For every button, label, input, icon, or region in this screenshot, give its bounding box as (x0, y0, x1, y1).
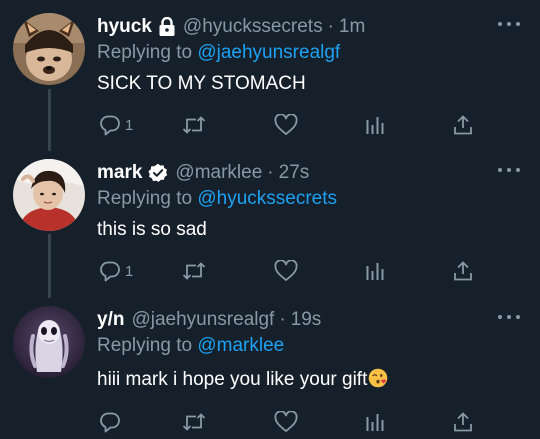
avatar[interactable] (13, 159, 85, 231)
analytics-button[interactable] (365, 112, 385, 138)
analytics-icon (366, 263, 384, 280)
retweet-button[interactable] (182, 258, 206, 284)
analytics-button[interactable] (365, 409, 385, 435)
reply-icon (100, 412, 120, 433)
reply-count: 1 (125, 116, 134, 134)
tweet[interactable]: y/n @jaehyunsrealgf · 19s Replying to @m… (0, 293, 540, 439)
separator-dot: · (279, 309, 286, 330)
reply-button[interactable]: 1 (99, 258, 133, 284)
timestamp[interactable]: 1m (339, 14, 365, 40)
retweet-button[interactable] (182, 112, 206, 138)
share-icon (454, 115, 472, 135)
more-options-icon[interactable] (498, 313, 520, 321)
share-icon (454, 261, 472, 281)
replying-to: Replying to @marklee (97, 333, 284, 359)
like-button[interactable] (274, 409, 298, 435)
mention-link[interactable]: @jaehyunsrealgf (197, 42, 340, 63)
reply-button[interactable]: 1 (99, 112, 133, 138)
heart-icon (274, 260, 298, 281)
display-name[interactable]: hyuck (97, 14, 152, 40)
reply-icon (100, 261, 120, 282)
retweet-icon (182, 262, 206, 280)
share-button[interactable] (452, 258, 474, 284)
retweet-button[interactable] (182, 409, 206, 435)
kiss-emoji-icon (368, 368, 388, 396)
verified-icon (148, 163, 168, 183)
user-handle[interactable]: @hyuckssecrets (183, 14, 323, 40)
action-bar (0, 409, 540, 435)
analytics-icon (366, 117, 384, 134)
tweet-header: hyuck @hyuckssecrets · 1m (97, 14, 365, 40)
tweet-text-content: hiii mark i hope you like your gift (97, 369, 368, 390)
display-name[interactable]: y/n (97, 307, 124, 333)
lock-icon (158, 17, 176, 37)
tweet-text: this is so sad (97, 219, 207, 240)
avatar[interactable] (13, 13, 85, 85)
tweet[interactable]: mark @marklee · 27s Replying to @hyuckss… (0, 146, 540, 292)
more-options-icon[interactable] (498, 166, 520, 174)
analytics-icon (366, 414, 384, 431)
timestamp[interactable]: 19s (291, 307, 322, 333)
display-name[interactable]: mark (97, 160, 142, 186)
mention-link[interactable]: @hyuckssecrets (197, 188, 337, 209)
share-button[interactable] (452, 409, 474, 435)
tweet-header: y/n @jaehyunsrealgf · 19s (97, 307, 321, 333)
reply-count: 1 (125, 262, 134, 280)
share-icon (454, 412, 472, 432)
avatar[interactable] (13, 306, 85, 378)
like-button[interactable] (274, 258, 298, 284)
heart-icon (274, 411, 298, 432)
timestamp[interactable]: 27s (279, 160, 310, 186)
action-bar: 1 (0, 258, 540, 284)
mention-link[interactable]: @marklee (197, 335, 284, 356)
tweet-header: mark @marklee · 27s (97, 160, 309, 186)
replying-to: Replying to @jaehyunsrealgf (97, 40, 340, 66)
separator-dot: · (267, 162, 274, 183)
user-handle[interactable]: @marklee (175, 160, 262, 186)
replying-to-label: Replying to (97, 42, 193, 63)
tweet-text: hiii mark i hope you like your gift (97, 367, 388, 396)
tweet-text: SICK TO MY STOMACH (97, 73, 306, 94)
action-bar: 1 (0, 112, 540, 138)
tweet[interactable]: hyuck @hyuckssecrets · 1m Replying to @j… (0, 0, 540, 146)
share-button[interactable] (452, 112, 474, 138)
reply-icon (100, 115, 120, 136)
retweet-icon (182, 413, 206, 431)
user-handle[interactable]: @jaehyunsrealgf (131, 307, 274, 333)
analytics-button[interactable] (365, 258, 385, 284)
separator-dot: · (327, 16, 334, 37)
replying-to: Replying to @hyuckssecrets (97, 186, 337, 212)
retweet-icon (182, 116, 206, 134)
heart-icon (274, 114, 298, 135)
replying-to-label: Replying to (97, 188, 193, 209)
reply-button[interactable] (99, 409, 125, 435)
like-button[interactable] (274, 112, 298, 138)
more-options-icon[interactable] (498, 20, 520, 28)
replying-to-label: Replying to (97, 335, 193, 356)
